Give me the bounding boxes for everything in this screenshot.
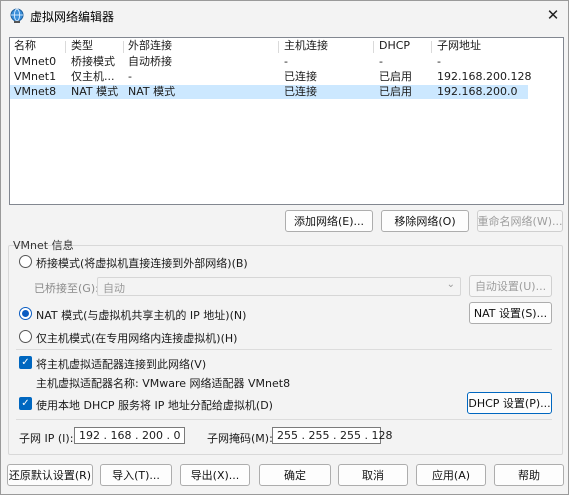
- bridged-to-value: 自动: [103, 282, 125, 295]
- add-network-button[interactable]: 添加网络(E)...: [285, 210, 373, 232]
- cell-dhcp: -: [379, 55, 383, 68]
- cell-subnet: 192.168.200.0: [437, 85, 518, 98]
- subnet-mask-label: 子网掩码(M):: [207, 432, 273, 445]
- column-header-dhcp[interactable]: DHCP: [379, 39, 410, 53]
- dhcp-checkbox[interactable]: ✓: [19, 397, 32, 410]
- cell-host: -: [284, 55, 288, 68]
- section-divider: [16, 349, 552, 350]
- cell-dhcp: 已启用: [379, 85, 412, 98]
- subnet-ip-input[interactable]: 192 . 168 . 200 . 0: [74, 427, 185, 444]
- cell-name: VMnet8: [14, 85, 57, 98]
- column-header-name[interactable]: 名称: [14, 39, 36, 53]
- section-divider: [16, 419, 552, 420]
- help-button[interactable]: 帮助: [494, 464, 564, 486]
- cell-type: NAT 模式: [71, 85, 119, 98]
- cell-type: 仅主机...: [71, 70, 115, 83]
- cell-dhcp: 已启用: [379, 70, 412, 83]
- cell-external: -: [128, 70, 132, 83]
- cell-name: VMnet1: [14, 70, 57, 83]
- table-row[interactable]: VMnet0 桥接模式 自动桥接 - - -: [10, 55, 528, 69]
- restore-defaults-button[interactable]: 还原默认设置(R): [7, 464, 93, 486]
- dhcp-settings-button[interactable]: DHCP 设置(P)...: [467, 392, 552, 414]
- cancel-button[interactable]: 取消: [338, 464, 408, 486]
- list-header: 名称 类型 外部连接 主机连接 DHCP 子网地址: [10, 39, 528, 53]
- nat-mode-label[interactable]: NAT 模式(与虚拟机共享主机的 IP 地址)(N): [36, 307, 246, 323]
- auto-settings-button[interactable]: 自动设置(U)...: [469, 275, 552, 297]
- cell-name: VMnet0: [14, 55, 57, 68]
- connect-adapter-checkbox[interactable]: ✓: [19, 356, 32, 369]
- virtual-network-editor-window: 虚拟网络编辑器 ✕ 名称 类型 外部连接 主机连接 DHCP 子网地址 VMne…: [0, 0, 569, 495]
- network-list[interactable]: 名称 类型 外部连接 主机连接 DHCP 子网地址 VMnet0 桥接模式 自动…: [9, 37, 564, 205]
- apply-button[interactable]: 应用(A): [416, 464, 486, 486]
- adapter-name-text: 主机虚拟适配器名称: VMware 网络适配器 VMnet8: [36, 377, 291, 390]
- column-header-external[interactable]: 外部连接: [128, 39, 172, 53]
- cell-host: 已连接: [284, 70, 317, 83]
- host-only-radio[interactable]: [19, 330, 32, 343]
- bridged-mode-radio[interactable]: [19, 255, 32, 268]
- cell-external: 自动桥接: [128, 55, 172, 68]
- column-header-type[interactable]: 类型: [71, 39, 93, 53]
- dhcp-label[interactable]: 使用本地 DHCP 服务将 IP 地址分配给虚拟机(D): [36, 397, 273, 413]
- bridged-to-label: 已桥接至(G):: [34, 282, 99, 295]
- bridged-mode-label[interactable]: 桥接模式(将虚拟机直接连接到外部网络)(B): [36, 255, 248, 271]
- table-row[interactable]: VMnet1 仅主机... - 已连接 已启用 192.168.200.128: [10, 70, 532, 84]
- column-header-subnet[interactable]: 子网地址: [437, 39, 481, 53]
- cell-external: NAT 模式: [128, 85, 176, 98]
- column-header-host[interactable]: 主机连接: [284, 39, 328, 53]
- rename-network-button[interactable]: 重命名网络(W)...: [477, 210, 563, 232]
- bridged-to-select[interactable]: 自动 ⌄: [97, 277, 461, 296]
- vmnet-info-label: VMnet 信息: [13, 239, 74, 252]
- nat-mode-radio[interactable]: [19, 307, 32, 320]
- host-only-label[interactable]: 仅主机模式(在专用网络内连接虚拟机)(H): [36, 330, 237, 346]
- remove-network-button[interactable]: 移除网络(O): [381, 210, 469, 232]
- connect-adapter-label[interactable]: 将主机虚拟适配器连接到此网络(V): [36, 356, 206, 372]
- ok-button[interactable]: 确定: [259, 464, 331, 486]
- import-button[interactable]: 导入(T)...: [100, 464, 172, 486]
- close-icon[interactable]: ✕: [538, 1, 568, 29]
- title-bar: 虚拟网络编辑器 ✕: [1, 1, 568, 31]
- cell-subnet: 192.168.200.128: [437, 70, 532, 83]
- subnet-mask-input[interactable]: 255 . 255 . 255 . 128: [272, 427, 392, 444]
- nat-settings-button[interactable]: NAT 设置(S)...: [469, 302, 552, 324]
- cell-type: 桥接模式: [71, 55, 115, 68]
- subnet-ip-label: 子网 IP (I):: [19, 432, 74, 445]
- cell-host: 已连接: [284, 85, 317, 98]
- cell-subnet: -: [437, 55, 441, 68]
- window-title: 虚拟网络编辑器: [30, 10, 115, 24]
- export-button[interactable]: 导出(X)...: [180, 464, 250, 486]
- chevron-down-icon: ⌄: [446, 279, 455, 290]
- table-row-selected[interactable]: VMnet8 NAT 模式 NAT 模式 已连接 已启用 192.168.200…: [10, 85, 528, 99]
- network-globe-icon: [10, 8, 24, 23]
